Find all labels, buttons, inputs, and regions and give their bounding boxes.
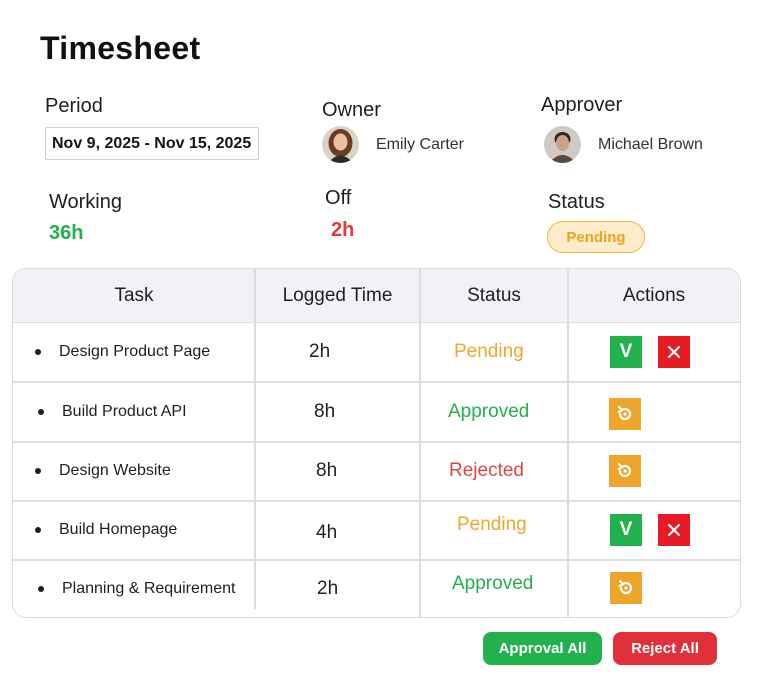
reopen-button[interactable] bbox=[610, 572, 642, 604]
bullet bbox=[38, 408, 44, 415]
owner: Emily Carter bbox=[322, 126, 464, 163]
table-row: Build Homepage 4h Pending V bbox=[13, 500, 740, 559]
table-row: Design Product Page 2h Pending V bbox=[13, 322, 740, 381]
table-row: Design Website 8h Rejected bbox=[13, 441, 740, 500]
row-status: Approved bbox=[448, 400, 530, 422]
approver-label: Approver bbox=[541, 94, 623, 116]
reject-button[interactable] bbox=[658, 336, 690, 368]
row-status: Pending bbox=[454, 340, 524, 362]
task-name: Build Homepage bbox=[59, 520, 178, 538]
approver-name: Michael Brown bbox=[598, 135, 703, 153]
owner-label: Owner bbox=[322, 99, 381, 121]
approver: Michael Brown bbox=[544, 126, 703, 163]
task-name: Build Product API bbox=[62, 402, 187, 420]
status-badge: Pending bbox=[547, 221, 645, 253]
task-cell: Design Website bbox=[35, 441, 171, 500]
working-label: Working bbox=[49, 191, 122, 213]
header-logged-time: Logged Time bbox=[282, 285, 393, 306]
task-cell: Build Product API bbox=[38, 382, 187, 441]
bullet bbox=[35, 348, 41, 355]
page-title: Timesheet bbox=[40, 30, 201, 66]
logged-time: 8h bbox=[316, 459, 338, 481]
reopen-button[interactable] bbox=[609, 455, 641, 487]
approve-button[interactable]: V bbox=[610, 514, 642, 546]
bullet bbox=[35, 526, 41, 533]
task-cell: Build Homepage bbox=[35, 500, 177, 559]
owner-avatar bbox=[322, 126, 359, 163]
task-cell: Planning & Requirement bbox=[38, 559, 236, 617]
approve-all-button[interactable]: Approval All bbox=[483, 632, 602, 665]
table-row: Build Product API 8h Approved bbox=[13, 382, 740, 441]
logged-time: 8h bbox=[314, 400, 336, 422]
task-cell: Design Product Page bbox=[35, 322, 210, 381]
reopen-button[interactable] bbox=[609, 398, 641, 430]
status-label: Status bbox=[548, 191, 605, 213]
reject-all-button[interactable]: Reject All bbox=[613, 632, 717, 665]
bullet bbox=[35, 467, 41, 474]
working-hours: 36h bbox=[49, 222, 84, 244]
reject-button[interactable] bbox=[658, 514, 690, 546]
bullet bbox=[38, 585, 44, 592]
owner-name: Emily Carter bbox=[376, 135, 465, 153]
row-status: Approved bbox=[452, 572, 534, 594]
close-icon bbox=[667, 523, 681, 537]
off-label: Off bbox=[325, 187, 352, 209]
table-row: Planning & Requirement 2h Approved bbox=[13, 559, 740, 617]
header-status: Status bbox=[467, 285, 521, 306]
period-label: Period bbox=[45, 95, 103, 117]
task-name: Design Website bbox=[59, 461, 171, 479]
table-header: Task Logged Time Status Actions bbox=[13, 269, 740, 323]
task-name: Planning & Requirement bbox=[62, 579, 236, 597]
header-task: Task bbox=[114, 285, 154, 306]
logged-time: 4h bbox=[316, 521, 338, 543]
logged-time: 2h bbox=[309, 340, 331, 362]
redo-icon bbox=[617, 463, 632, 478]
row-status: Rejected bbox=[449, 459, 524, 481]
redo-icon bbox=[617, 406, 632, 421]
logged-time: 2h bbox=[317, 577, 339, 599]
period-field[interactable]: Nov 9, 2025 - Nov 15, 2025 bbox=[45, 127, 259, 160]
approver-avatar bbox=[544, 126, 581, 163]
off-hours: 2h bbox=[331, 219, 355, 241]
timesheet-table: Task Logged Time Status Actions Design P… bbox=[12, 268, 741, 618]
header-actions: Actions bbox=[622, 285, 686, 306]
redo-icon bbox=[618, 580, 633, 595]
row-status: Pending bbox=[457, 513, 527, 535]
task-name: Design Product Page bbox=[59, 342, 211, 360]
close-icon bbox=[667, 345, 681, 359]
approve-button[interactable]: V bbox=[610, 336, 642, 368]
